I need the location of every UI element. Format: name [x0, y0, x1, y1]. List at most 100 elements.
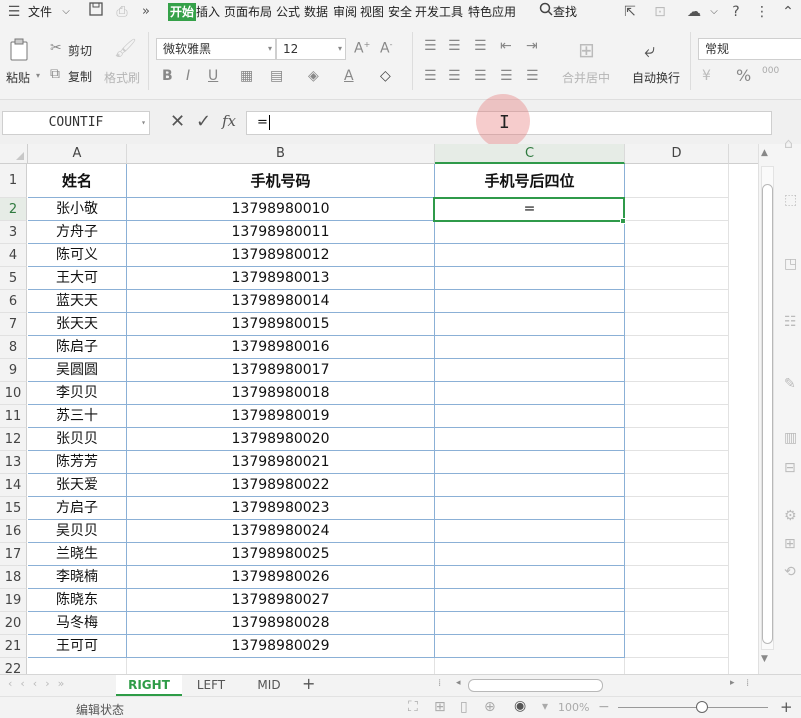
name-cell[interactable]: 兰晓生 [28, 543, 127, 566]
name-cell[interactable]: 张天天 [28, 313, 127, 336]
table-cell[interactable] [625, 164, 729, 198]
last4-cell[interactable] [435, 566, 625, 589]
phone-cell[interactable]: 13798980022 [127, 474, 435, 497]
table-cell[interactable] [625, 635, 729, 658]
more-arrows-icon[interactable]: » [136, 2, 156, 22]
clear-format-icon[interactable]: ◇ [380, 68, 391, 84]
name-cell[interactable]: 陈晓东 [28, 589, 127, 612]
copy-button[interactable]: 复制 [68, 68, 92, 85]
phone-cell[interactable]: 13798980016 [127, 336, 435, 359]
row-header[interactable]: 14 [0, 474, 27, 497]
collaborate-icon[interactable]: ⊡ [650, 2, 670, 22]
row-header[interactable]: 11 [0, 405, 27, 428]
scroll-up-icon[interactable]: ▲ [761, 148, 768, 158]
chevron-down-icon[interactable]: ⌵ [56, 2, 76, 22]
last4-cell[interactable] [435, 405, 625, 428]
menu-tab[interactable]: 页面布局 [224, 3, 272, 21]
table-cell[interactable] [625, 543, 729, 566]
column-header-d[interactable]: D [625, 144, 729, 164]
zoom-slider-handle[interactable] [696, 701, 708, 713]
name-cell[interactable]: 李贝贝 [28, 382, 127, 405]
align-top-icon[interactable]: ☰ [424, 38, 437, 54]
decrease-font-icon[interactable]: A- [380, 40, 392, 57]
phone-cell[interactable]: 13798980014 [127, 290, 435, 313]
table-cell[interactable] [127, 658, 435, 674]
zoom-in-icon[interactable]: + [780, 698, 793, 716]
name-cell[interactable]: 张贝贝 [28, 428, 127, 451]
number-format-select[interactable]: 常规 [698, 38, 801, 60]
name-cell[interactable]: 苏三十 [28, 405, 127, 428]
table-cell[interactable] [625, 405, 729, 428]
table-cell[interactable] [625, 382, 729, 405]
table-cell[interactable] [625, 589, 729, 612]
menu-tab[interactable]: 安全 [388, 3, 412, 21]
name-cell[interactable]: 陈启子 [28, 336, 127, 359]
property-icon[interactable]: ☷ [784, 314, 797, 330]
format-painter-icon[interactable]: 🖌 [114, 38, 137, 59]
sheet-tab-left[interactable]: LEFT [186, 675, 236, 696]
font-size-select[interactable]: 12 ▾ [276, 38, 346, 60]
phone-cell[interactable]: 13798980010 [127, 198, 435, 221]
last4-cell[interactable] [435, 336, 625, 359]
menu-tab[interactable]: 视图 [360, 3, 384, 21]
last4-cell[interactable] [435, 589, 625, 612]
phone-cell[interactable]: 13798980023 [127, 497, 435, 520]
fill-handle[interactable] [620, 218, 626, 224]
split-icon[interactable]: ⁞ [746, 678, 749, 689]
horizontal-scrollbar-thumb[interactable] [468, 679, 603, 692]
phone-cell[interactable]: 13798980012 [127, 244, 435, 267]
name-cell[interactable]: 王大可 [28, 267, 127, 290]
last4-cell[interactable] [435, 497, 625, 520]
menu-tab[interactable]: 开发工具 [415, 3, 463, 21]
justify-icon[interactable]: ☰ [500, 68, 513, 84]
cloud-sync-icon[interactable]: ☁ [684, 2, 704, 22]
table-cell[interactable] [625, 198, 729, 221]
table-header-cell[interactable]: 手机号码 [127, 164, 435, 198]
row-header[interactable]: 2 [0, 198, 27, 221]
zoom-out-icon[interactable]: − [598, 699, 610, 715]
row-header[interactable]: 10 [0, 382, 27, 405]
name-cell[interactable]: 张小敬 [28, 198, 127, 221]
phone-cell[interactable]: 13798980020 [127, 428, 435, 451]
zoom-level[interactable]: 100% [558, 701, 589, 714]
phone-cell[interactable]: 13798980025 [127, 543, 435, 566]
sheet-tab-mid[interactable]: MID [240, 675, 298, 696]
align-bottom-icon[interactable]: ☰ [474, 38, 487, 54]
phone-cell[interactable]: 13798980026 [127, 566, 435, 589]
row-header[interactable]: 8 [0, 336, 27, 359]
thousands-separator-icon[interactable]: 000 [762, 66, 779, 76]
name-cell[interactable]: 李晓楠 [28, 566, 127, 589]
row-header[interactable]: 7 [0, 313, 27, 336]
align-middle-icon[interactable]: ☰ [448, 38, 461, 54]
name-cell[interactable]: 吴贝贝 [28, 520, 127, 543]
align-right-icon[interactable]: ☰ [474, 68, 487, 84]
eye-protection-icon[interactable]: ◉ [514, 698, 526, 714]
bold-icon[interactable]: B [162, 68, 173, 84]
storage-icon[interactable]: ⊟ [784, 460, 796, 476]
spreadsheet-grid[interactable]: ABCD 1 2 3 4 5 6 7 8 9 10 11 12 13 14 15 16 17 18 19 20 21 22… [0, 144, 758, 674]
increase-font-icon[interactable]: A+ [354, 40, 370, 57]
row-header[interactable]: 5 [0, 267, 27, 290]
menu-tab[interactable]: 数据 [304, 3, 328, 21]
column-header-a[interactable]: A [28, 144, 127, 164]
phone-cell[interactable]: 13798980011 [127, 221, 435, 244]
cut-button[interactable]: 剪切 [68, 42, 92, 59]
vertical-scrollbar-thumb[interactable] [762, 184, 773, 644]
table-cell[interactable] [625, 497, 729, 520]
page-break-icon[interactable]: ⊕ [484, 699, 496, 715]
last4-cell[interactable] [435, 267, 625, 290]
table-cell[interactable] [625, 244, 729, 267]
name-cell[interactable]: 蓝天天 [28, 290, 127, 313]
table-cell[interactable] [625, 290, 729, 313]
row-header[interactable]: 3 [0, 221, 27, 244]
split-icon[interactable]: ⁞ [438, 678, 441, 689]
search-label[interactable]: 查找 [553, 3, 577, 21]
menu-tab[interactable]: 审阅 [333, 3, 357, 21]
name-cell[interactable]: 陈可义 [28, 244, 127, 267]
row-header[interactable]: 18 [0, 566, 27, 589]
align-left-icon[interactable]: ☰ [424, 68, 437, 84]
phone-cell[interactable]: 13798980018 [127, 382, 435, 405]
table-cell[interactable] [625, 612, 729, 635]
zoom-select-icon[interactable]: ▾ [542, 699, 548, 713]
name-cell[interactable]: 陈芳芳 [28, 451, 127, 474]
